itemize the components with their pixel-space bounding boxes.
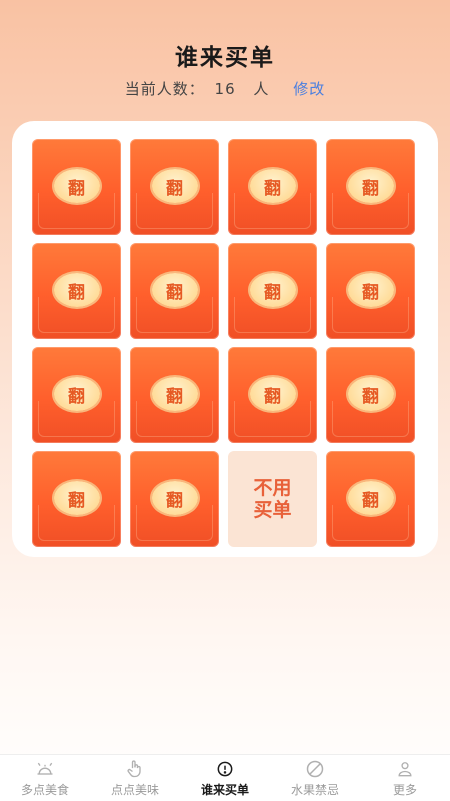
flip-coin-label: 翻 — [151, 169, 198, 203]
page-title: 谁来买单 — [175, 45, 275, 71]
flip-card[interactable]: 翻 — [326, 451, 415, 547]
flip-coin-label: 翻 — [53, 273, 100, 307]
flip-card[interactable]: 翻 — [32, 347, 121, 443]
tab-label: 多点美食 — [20, 782, 69, 797]
flip-coin-label: 翻 — [249, 273, 296, 307]
flip-card[interactable]: 翻 — [228, 243, 317, 339]
people-count: 16 — [214, 80, 236, 98]
flip-coin-label: 翻 — [347, 481, 394, 515]
flip-coin-label: 翻 — [53, 377, 100, 411]
tab-label: 水果禁忌 — [290, 782, 339, 797]
tab-label: 点点美味 — [110, 782, 159, 797]
flip-coin-label: 翻 — [151, 273, 198, 307]
flip-coin-label: 翻 — [151, 481, 198, 515]
tab-tasty[interactable]: 点点美味 — [90, 755, 180, 801]
flip-card[interactable]: 翻 — [326, 243, 415, 339]
alert-circle-icon — [217, 761, 233, 776]
flip-card[interactable]: 翻 — [228, 347, 317, 443]
flip-coin-label: 翻 — [249, 377, 296, 411]
flip-coin-label: 翻 — [347, 169, 394, 203]
flip-card[interactable]: 翻 — [130, 451, 219, 547]
people-unit: 人 — [253, 80, 270, 98]
tab-dining[interactable]: 多点美食 — [0, 755, 90, 801]
flip-card[interactable]: 翻 — [32, 243, 121, 339]
flip-card[interactable]: 翻 — [130, 347, 219, 443]
flip-card-panel: 翻 翻 翻 翻 翻 翻 翻 翻 翻 翻 翻 翻 翻 翻 不用买单 翻 — [12, 121, 438, 557]
edit-people-link[interactable]: 修改 — [293, 80, 325, 98]
flip-coin-label: 翻 — [249, 169, 296, 203]
flip-coin-label: 翻 — [53, 481, 100, 515]
user-icon — [398, 761, 412, 776]
flip-card[interactable]: 翻 — [32, 451, 121, 547]
tab-fruit-taboo[interactable]: 水果禁忌 — [270, 755, 360, 801]
free-card-text: 不用买单 — [253, 477, 292, 521]
revealed-free-card: 不用买单 — [228, 451, 317, 547]
bottom-tab-bar: 多点美食 点点美味 谁来买单 水果禁忌 更多 — [0, 754, 450, 801]
dining-icon — [37, 762, 53, 775]
flip-card[interactable]: 翻 — [130, 243, 219, 339]
flip-card[interactable]: 翻 — [228, 139, 317, 235]
flip-coin-label: 翻 — [347, 377, 394, 411]
hand-pointer-icon — [127, 759, 141, 777]
flip-coin-label: 翻 — [53, 169, 100, 203]
tab-who-pays[interactable]: 谁来买单 — [180, 755, 270, 801]
flip-card-grid: 翻 翻 翻 翻 翻 翻 翻 翻 翻 翻 翻 翻 翻 翻 不用买单 翻 — [32, 139, 415, 547]
flip-card[interactable]: 翻 — [326, 139, 415, 235]
forbidden-icon — [306, 760, 324, 777]
tab-label: 更多 — [392, 782, 417, 797]
flip-card[interactable]: 翻 — [326, 347, 415, 443]
flip-card[interactable]: 翻 — [130, 139, 219, 235]
flip-card[interactable]: 翻 — [32, 139, 121, 235]
people-count-line: 当前人数： 16 人 修改 — [0, 78, 450, 99]
tab-more[interactable]: 更多 — [360, 755, 450, 801]
people-label: 当前人数： — [124, 80, 205, 98]
tab-label: 谁来买单 — [200, 782, 249, 797]
flip-coin-label: 翻 — [347, 273, 394, 307]
flip-coin-label: 翻 — [151, 377, 198, 411]
